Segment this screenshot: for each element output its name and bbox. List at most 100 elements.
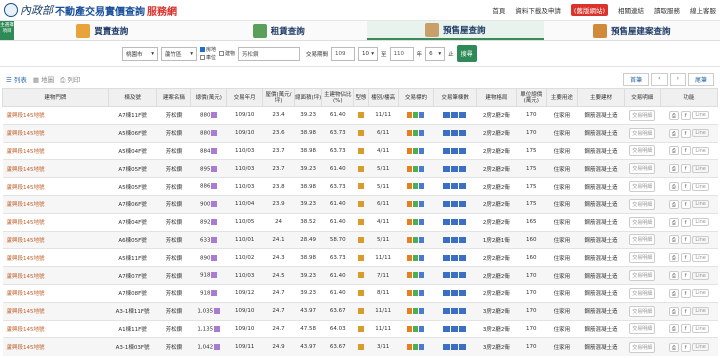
table-row[interactable]: 蘆興段145地號 A7棟07F號 芳松鑽 918 110/03 24.5 39.23 61.4… [2, 266, 718, 285]
facebook-share-button[interactable]: f [680, 146, 691, 156]
address-link[interactable]: 蘆興段145地號 [2, 177, 109, 196]
table-row[interactable]: 蘆興段145地號 A1棟11F號 芳松鑽 1,135 109/10 24.7 47.58 64… [2, 319, 718, 338]
facebook-share-button[interactable]: f [680, 288, 691, 298]
nav-download[interactable]: 資料下載及申請 [515, 5, 561, 15]
facebook-share-button[interactable]: f [680, 253, 691, 263]
column-header[interactable]: 建案名稱 [156, 88, 192, 107]
check-park[interactable]: 車位 [200, 54, 216, 61]
print-icon[interactable]: ⎙ [668, 164, 679, 174]
table-row[interactable]: 蘆興段145地號 A3-1棟03F號 芳松鑽 1,042 109/11 24.9 43.97… [2, 337, 718, 356]
checkbox[interactable] [219, 51, 225, 56]
line-share-button[interactable]: Line [692, 253, 709, 262]
facebook-share-button[interactable]: f [680, 306, 691, 316]
column-header[interactable]: 主建物佔比(%) [321, 88, 355, 107]
address-link[interactable]: 蘆興段145地號 [2, 123, 109, 143]
detail-button[interactable]: 交易明細 [629, 323, 656, 335]
print-icon[interactable]: ⎙ [668, 128, 679, 138]
line-share-button[interactable]: Line [692, 289, 709, 298]
search-button[interactable]: 搜尋 [456, 45, 477, 62]
detail-button[interactable]: 交易明細 [629, 252, 656, 264]
print-icon[interactable]: ⎙ [668, 146, 679, 156]
column-header[interactable]: 交易年月 [226, 88, 264, 107]
column-header[interactable]: 交易明細 [623, 88, 661, 107]
nav-services[interactable]: 讀取服務 [654, 5, 680, 15]
table-row[interactable]: 蘆興段145地號 A7棟04F號 芳松鑽 892 110/05 24 38.52 61.40 4… [2, 212, 718, 232]
checkbox-checked[interactable] [200, 47, 205, 52]
nav-old-site[interactable]: (舊版網站) [570, 4, 608, 16]
print-icon[interactable]: ⎙ [668, 253, 679, 263]
column-header[interactable]: 主要用途 [545, 88, 579, 107]
address-link[interactable]: 蘆興段145地號 [2, 230, 109, 249]
address-link[interactable]: 蘆興段145地號 [2, 248, 109, 267]
column-header[interactable]: 交易筆棟數 [433, 88, 477, 107]
facebook-share-button[interactable]: f [680, 182, 691, 192]
table-row[interactable]: 蘆興段145地號 A7棟11F號 芳松鑽 880 109/10 23.4 39.23 61.4… [2, 106, 718, 125]
detail-button[interactable]: 交易明細 [629, 270, 656, 282]
line-share-button[interactable]: Line [692, 218, 709, 227]
address-link[interactable]: 蘆興段145地號 [2, 319, 109, 338]
facebook-share-button[interactable]: f [680, 235, 691, 245]
column-header[interactable]: 建物格局 [475, 88, 517, 107]
line-share-button[interactable]: Line [692, 307, 709, 316]
column-header[interactable]: 樓別/樓高 [367, 88, 399, 107]
address-link[interactable]: 蘆興段145地號 [2, 266, 109, 285]
facebook-share-button[interactable]: f [680, 199, 691, 209]
line-share-button[interactable]: Line [692, 324, 709, 333]
line-share-button[interactable]: Line [692, 182, 709, 191]
table-row[interactable]: 蘆興段145地號 A5棟04F號 芳松鑽 884 110/03 23.7 38.98 63.7… [2, 141, 718, 160]
detail-button[interactable]: 交易明細 [629, 305, 656, 317]
detail-button[interactable]: 交易明細 [629, 181, 656, 193]
address-link[interactable]: 蘆興段145地號 [2, 106, 109, 125]
print-icon[interactable]: ⎙ [668, 306, 679, 316]
table-row[interactable]: 蘆興段145地號 A6棟05F號 芳松鑽 633 110/01 24.1 28.49 58.7… [2, 230, 718, 249]
detail-button[interactable]: 交易明細 [629, 127, 656, 139]
print-icon[interactable]: ⎙ [668, 271, 679, 281]
nav-support[interactable]: 線上客服 [690, 5, 716, 15]
facebook-share-button[interactable]: f [680, 342, 691, 352]
facebook-share-button[interactable]: f [680, 128, 691, 138]
print-icon[interactable]: ⎙ [668, 110, 679, 120]
facebook-share-button[interactable]: f [680, 324, 691, 334]
column-header[interactable]: 功能 [659, 88, 719, 107]
table-row[interactable]: 蘆興段145地號 A7棟06F號 芳松鑽 900 110/04 23.9 39.23 61.4… [2, 194, 718, 214]
line-share-button[interactable]: Line [692, 129, 709, 138]
first-page-button[interactable]: 首筆 [623, 72, 650, 86]
facebook-share-button[interactable]: f [680, 110, 691, 120]
view-map[interactable]: ▦ 地圖 [33, 74, 54, 85]
line-share-button[interactable]: Line [692, 235, 709, 244]
check-land[interactable]: 房地 [200, 46, 216, 53]
table-row[interactable]: 蘆興段145地號 A5棟05F號 芳松鑽 886 110/03 23.8 38.98 63.7… [2, 177, 718, 196]
table-row[interactable]: 蘆興段145地號 A5棟06F號 芳松鑽 880 109/10 23.6 38.98 63.7… [2, 123, 718, 143]
column-header[interactable]: 棟及號 [107, 88, 158, 107]
from-year-input[interactable]: 109 [331, 46, 356, 61]
address-link[interactable]: 蘆興段145地號 [2, 283, 109, 303]
address-link[interactable]: 蘆興段145地號 [2, 337, 109, 356]
tab-presale-query[interactable]: 預售屋查詢 [367, 21, 544, 40]
address-link[interactable]: 蘆興段145地號 [2, 301, 109, 321]
facebook-share-button[interactable]: f [680, 271, 691, 281]
detail-button[interactable]: 交易明細 [629, 109, 656, 121]
nav-home[interactable]: 首頁 [492, 5, 505, 15]
address-link[interactable]: 蘆興段145地號 [2, 159, 109, 178]
city-select[interactable]: 桃園市 ▾ [122, 46, 158, 61]
detail-button[interactable]: 交易明細 [629, 341, 656, 353]
line-share-button[interactable]: Line [692, 164, 709, 173]
to-year-input[interactable]: 110 [389, 46, 414, 61]
facebook-share-button[interactable]: f [680, 217, 691, 227]
table-row[interactable]: 蘆興段145地號 A7棟08F號 芳松鑽 918 109/12 24.7 39.23 61.4… [2, 283, 718, 303]
checkbox[interactable] [200, 55, 205, 60]
detail-button[interactable]: 交易明細 [629, 216, 656, 228]
table-row[interactable]: 蘆興段145地號 A7棟05F號 芳松鑽 895 110/03 23.7 39.23 61.4… [2, 159, 718, 178]
facebook-share-button[interactable]: f [680, 164, 691, 174]
print-icon[interactable]: ⎙ [668, 288, 679, 298]
print-icon[interactable]: ⎙ [668, 235, 679, 245]
column-header[interactable]: 總面積(坪) [293, 88, 323, 107]
column-header[interactable]: 交易標的 [397, 88, 435, 107]
menu-badge[interactable]: 主選擇項目 [0, 21, 14, 40]
detail-button[interactable]: 交易明細 [629, 234, 656, 246]
detail-button[interactable]: 交易明細 [629, 145, 656, 157]
print-icon[interactable]: ⎙ [668, 199, 679, 209]
column-header[interactable]: 主要建材 [577, 88, 625, 107]
next-page-button[interactable]: › [669, 72, 686, 86]
table-row[interactable]: 蘆興段145地號 A3-1棟11F號 芳松鑽 1,035 109/10 24.7 43.97… [2, 301, 718, 321]
